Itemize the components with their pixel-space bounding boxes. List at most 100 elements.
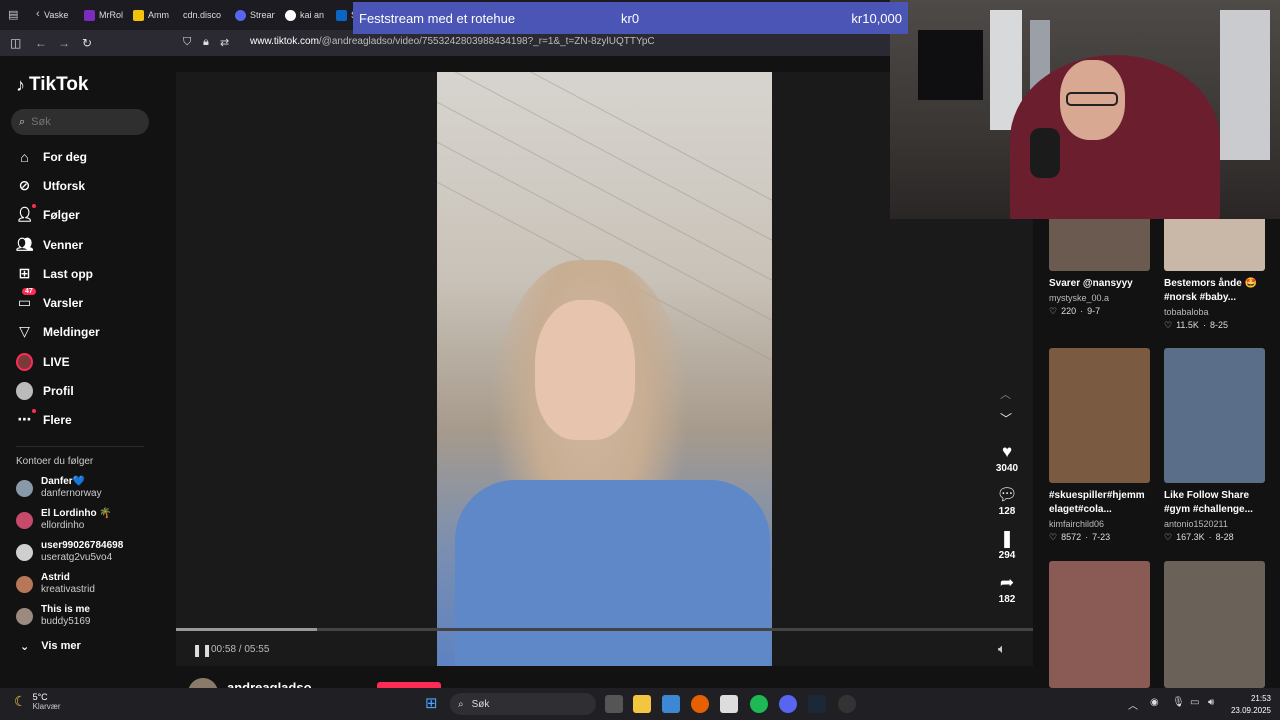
photos-icon[interactable]: [662, 695, 680, 713]
account-name: Danfer💙: [41, 476, 86, 487]
sidebar-item-venner[interactable]: 👥︎ Venner: [16, 236, 83, 253]
task-view-icon[interactable]: [605, 695, 623, 713]
forward-icon[interactable]: →: [58, 36, 70, 50]
lock-icon[interactable]: 🔒︎: [203, 36, 209, 49]
tab-favicon-icon: [235, 9, 246, 21]
reload-icon[interactable]: ↻: [82, 36, 92, 50]
network-icon[interactable]: ▭: [1190, 697, 1199, 708]
sidebar-item-profil[interactable]: Profil: [16, 381, 74, 400]
webcam-overlay: [890, 0, 1280, 219]
pause-icon[interactable]: ❚❚: [192, 643, 212, 657]
like-button[interactable]: ♥ 3040: [992, 442, 1022, 474]
tray-chevron-icon[interactable]: ︿: [1128, 697, 1138, 712]
discord-icon[interactable]: [779, 695, 797, 713]
upload-icon: ⊞: [18, 265, 31, 281]
app-icon[interactable]: [720, 695, 738, 713]
video-thumbnail: [1164, 348, 1265, 483]
speaker-icon[interactable]: 🔊︎: [1208, 697, 1214, 708]
card-stats: ♡ 11.5K · 8-25: [1164, 320, 1228, 330]
donation-goal: kr10,000: [851, 10, 902, 26]
card-likes: 220: [1061, 306, 1077, 316]
followed-account[interactable]: This is me buddy5169: [16, 604, 91, 628]
video-card[interactable]: #skuespiller#hjemm elaget#cola... kimfai…: [1049, 348, 1150, 543]
start-icon[interactable]: ⊞: [425, 695, 443, 713]
followed-account[interactable]: Astrid kreativastrid: [16, 572, 95, 596]
nav-label: Varsler: [43, 295, 84, 310]
sidebar-item-meldinger[interactable]: ▽ Meldinger: [16, 323, 100, 340]
tiktok-logo[interactable]: ♪ TikTok: [16, 74, 88, 96]
avatar: [16, 543, 33, 561]
share-button[interactable]: ➦ 182: [992, 573, 1022, 605]
taskbar-search-label: Søk: [471, 698, 490, 710]
taskbar-clock[interactable]: 21:53 23.09.2025: [1225, 693, 1271, 717]
next-video-icon[interactable]: ﹀: [1000, 410, 1012, 427]
heart-outline-icon: ♡: [1049, 306, 1058, 316]
weather-condition: Klarvær: [32, 702, 61, 711]
taskbar-search[interactable]: ⌕ Søk: [450, 693, 596, 715]
sidebar-item-for-deg[interactable]: ⌂ For deg: [16, 148, 87, 165]
steam-icon[interactable]: [808, 695, 826, 713]
tab-label: cdn.disco: [183, 10, 222, 20]
browser-tab[interactable]: Vaske: [44, 5, 76, 25]
weather-widget[interactable]: ☾ 5°C Klarvær: [14, 692, 61, 711]
browser-tab[interactable]: Amm: [133, 5, 173, 25]
video-card[interactable]: [1164, 561, 1265, 688]
mic-icon[interactable]: 🎙︎: [1172, 697, 1185, 708]
video-card[interactable]: Like Follow Share #gym #challenge... ant…: [1164, 348, 1265, 543]
sidebar-item-folger[interactable]: 👤︎ Følger: [16, 204, 80, 223]
avatar: [16, 511, 33, 529]
donation-title: Feststream med et rotehue: [359, 10, 516, 26]
card-date: 7-23: [1092, 532, 1111, 542]
tray-app-icon[interactable]: ◉: [1150, 697, 1159, 708]
search-input[interactable]: [31, 116, 132, 128]
video-progress-fill: [176, 628, 317, 631]
card-date: 9-7: [1087, 306, 1101, 316]
more-icon: ⋯: [16, 409, 36, 428]
tab-overview-icon[interactable]: ▤: [8, 8, 18, 21]
file-explorer-icon[interactable]: [633, 695, 651, 713]
sidebar-toggle-icon[interactable]: ◫: [10, 36, 21, 50]
tab-scroll-left-icon[interactable]: ‹: [36, 8, 40, 20]
time-total: 05:55: [244, 644, 270, 655]
firefox-icon[interactable]: [691, 695, 709, 713]
sidebar-item-varsler[interactable]: ▭ 47 Varsler: [16, 288, 84, 311]
sidebar-item-utforsk[interactable]: ⊘ Utforsk: [16, 177, 85, 194]
tab-favicon-icon: [336, 9, 347, 21]
comment-button[interactable]: 💬︎ 128: [992, 485, 1022, 517]
save-button[interactable]: ❚ 294: [992, 529, 1022, 561]
inbox-icon: ▭ 47: [16, 288, 36, 311]
tab-favicon-icon: [133, 9, 144, 21]
followed-account[interactable]: user99026784698 useratg2vu5vo4: [16, 540, 123, 564]
previous-video-icon[interactable]: ︿: [1000, 386, 1011, 402]
account-username: danfernorway: [41, 488, 102, 499]
tab-label: Vaske: [44, 10, 69, 20]
followed-account[interactable]: El Lordinho 🌴 ellordinho: [16, 508, 112, 532]
nav-label: Venner: [43, 237, 84, 252]
back-icon[interactable]: ←: [35, 36, 47, 50]
permissions-icon[interactable]: ⇄: [220, 36, 229, 49]
shield-icon[interactable]: ⛉: [183, 36, 191, 49]
video-card[interactable]: [1049, 561, 1150, 688]
volume-icon[interactable]: 🔈︎: [998, 641, 1006, 657]
notification-badge: 47: [22, 288, 36, 295]
browser-tab[interactable]: cdn.disco: [183, 5, 225, 25]
card-user: antonio1520211: [1164, 519, 1228, 529]
obs-icon[interactable]: [838, 695, 856, 713]
account-username: buddy5169: [41, 616, 91, 627]
sidebar-item-live[interactable]: LIVE: [16, 352, 70, 371]
show-more-button[interactable]: ⌄ Vis mer: [20, 640, 81, 653]
browser-tab[interactable]: MrRol: [84, 5, 124, 25]
logo-text: TikTok: [29, 74, 89, 95]
spotify-icon[interactable]: [750, 695, 768, 713]
followed-account[interactable]: Danfer💙 danfernorway: [16, 476, 102, 500]
tab-label: Strean: [250, 10, 275, 20]
sidebar-item-flere[interactable]: ⋯ Flere: [16, 409, 72, 428]
bookmark-icon: ❚: [999, 529, 1015, 548]
nav-label: Følger: [43, 207, 80, 222]
browser-tab[interactable]: kai an: [285, 5, 325, 25]
url-field[interactable]: www.tiktok.com/@andreagladso/video/75532…: [250, 36, 655, 47]
search-box[interactable]: ⌕: [11, 109, 149, 135]
browser-tab[interactable]: Strean: [235, 5, 275, 25]
home-icon: ⌂: [20, 148, 29, 165]
sidebar-item-last-opp[interactable]: ⊞ Last opp: [16, 265, 93, 282]
